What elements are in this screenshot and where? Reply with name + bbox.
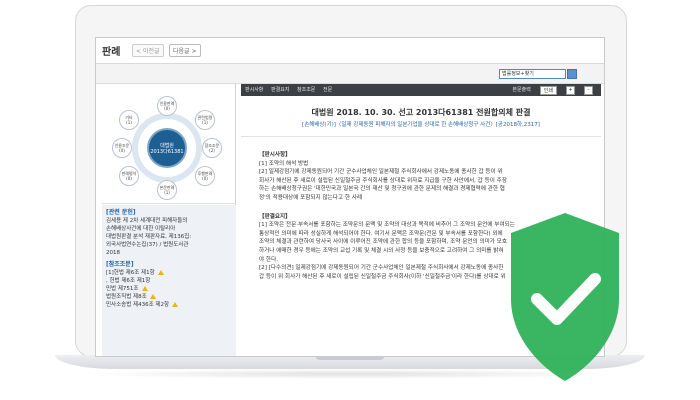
tab-summary[interactable]: 판결요지 bbox=[271, 87, 289, 93]
print-label: 본문출력 bbox=[512, 87, 531, 93]
related-literature-line: 김세용 제 2차 세계대전 피해자들의 bbox=[106, 218, 188, 224]
relation-diagram: 대법원 2013다61381 인용판례 (0) 관련법령 (1) 참조조문 (2… bbox=[102, 94, 236, 204]
body-line: 회사가 해산된 후 새로이 설립된 신일철주금 주식회사를 상대로 위자료 지급… bbox=[259, 177, 507, 184]
warning-icon bbox=[141, 286, 148, 291]
tab-full-text[interactable]: 전문 bbox=[323, 87, 332, 93]
warning-icon bbox=[149, 294, 156, 299]
holdings-heading: 【판시사항】 bbox=[259, 152, 291, 158]
body-line: [2] 일제강점기에 강제동원되어 기간 군수사업체인 일본제철 주식회사에서 … bbox=[259, 169, 503, 176]
reference-article-link[interactable]: , 헌법 제6조 제1항 bbox=[106, 277, 232, 285]
case-title: 대법원 2018. 10. 30. 선고 2013다61381 전원합의체 판결 bbox=[311, 108, 531, 117]
body-line: 하는 손해배상청구권은 '대한민국과 일본국 간의 재산 및 청구권에 관한 문… bbox=[259, 186, 505, 193]
search-input[interactable]: 법률정보+찾기 bbox=[499, 69, 566, 79]
content-toolbar: 판시사항 판결요지 참조조문 전문 본문출력 인쇄 + - bbox=[241, 84, 601, 96]
tab-holdings[interactable]: 판시사항 bbox=[245, 87, 263, 93]
diagram-node[interactable]: 인용판례 (0) bbox=[157, 96, 177, 116]
case-subtitle: [손해배상(기)]〈일제 강제동원 피해자의 일본기업을 상대로 한 손해배상청… bbox=[302, 122, 540, 128]
related-literature-line: 대법원판결 분석 재판자료, 제136집: bbox=[106, 234, 192, 240]
prev-button[interactable]: < 이전글 bbox=[132, 44, 164, 57]
related-literature-line: 2018 bbox=[106, 250, 120, 256]
left-pane: 대법원 2013다61381 인용판례 (0) 관련법령 (1) 참조조문 (2… bbox=[102, 84, 236, 356]
next-button[interactable]: 다음글 > bbox=[169, 44, 201, 57]
diagram-center-node[interactable]: 대법원 2013다61381 bbox=[147, 128, 187, 168]
body-line: [1] 조약의 해석 방법 bbox=[259, 160, 309, 167]
zoom-in-button[interactable]: + bbox=[566, 85, 575, 95]
reference-article-link[interactable]: 민법 제751조 bbox=[106, 285, 232, 293]
tab-reference-articles[interactable]: 참조조문 bbox=[297, 87, 315, 93]
reference-articles-title: [참조조문] bbox=[106, 261, 134, 268]
diagram-node[interactable]: 관련법령 (1) bbox=[195, 110, 215, 130]
warning-icon bbox=[172, 302, 179, 307]
related-literature-line: 외국사법연수논집(37) / 법원도서관 bbox=[106, 242, 189, 248]
reference-article-link[interactable]: 법원조직법 제8조 bbox=[106, 293, 232, 301]
page-title: 판례 bbox=[102, 47, 121, 58]
diagram-node[interactable]: 판례평석 (0) bbox=[119, 166, 139, 186]
body-line: 정'의 적용대상에 포함되지 않는다고 한 사례 bbox=[259, 194, 363, 201]
diagram-node[interactable]: 본문판례 (1) bbox=[157, 180, 177, 200]
search-icon[interactable] bbox=[567, 69, 577, 79]
reference-article-link[interactable]: [1]헌법 제6조 제1항 bbox=[106, 269, 232, 277]
top-bar: 판례 < 이전글 다음글 > bbox=[96, 38, 604, 64]
zoom-out-button[interactable]: - bbox=[584, 85, 593, 95]
left-info-panel: [관련 문헌] 김세용 제 2차 세계대전 피해자들의 손해배상사건에 대한 이… bbox=[102, 205, 236, 356]
warning-icon bbox=[157, 270, 164, 275]
search-row: 법률정보+찾기 bbox=[96, 64, 604, 84]
diagram-node[interactable]: 기타 (1) bbox=[119, 110, 139, 130]
reference-article-link[interactable]: 민사소송법 제436조 제2항 bbox=[106, 301, 232, 309]
related-literature-line: 손해배상사건에 대한 이탈리아 bbox=[106, 226, 176, 232]
shield-body bbox=[511, 213, 619, 381]
shield-check-icon bbox=[511, 213, 619, 381]
divider bbox=[241, 136, 601, 137]
related-literature-title: [관련 문헌] bbox=[106, 209, 136, 216]
diagram-node[interactable]: 인용조문 (0) bbox=[112, 138, 132, 158]
diagram-node[interactable]: 참조조문 (2) bbox=[202, 138, 222, 158]
print-button[interactable]: 인쇄 bbox=[539, 85, 557, 95]
toolbar-right: 본문출력 인쇄 + - bbox=[512, 85, 599, 95]
diagram-node[interactable]: 후행판례 (0) bbox=[195, 166, 215, 186]
